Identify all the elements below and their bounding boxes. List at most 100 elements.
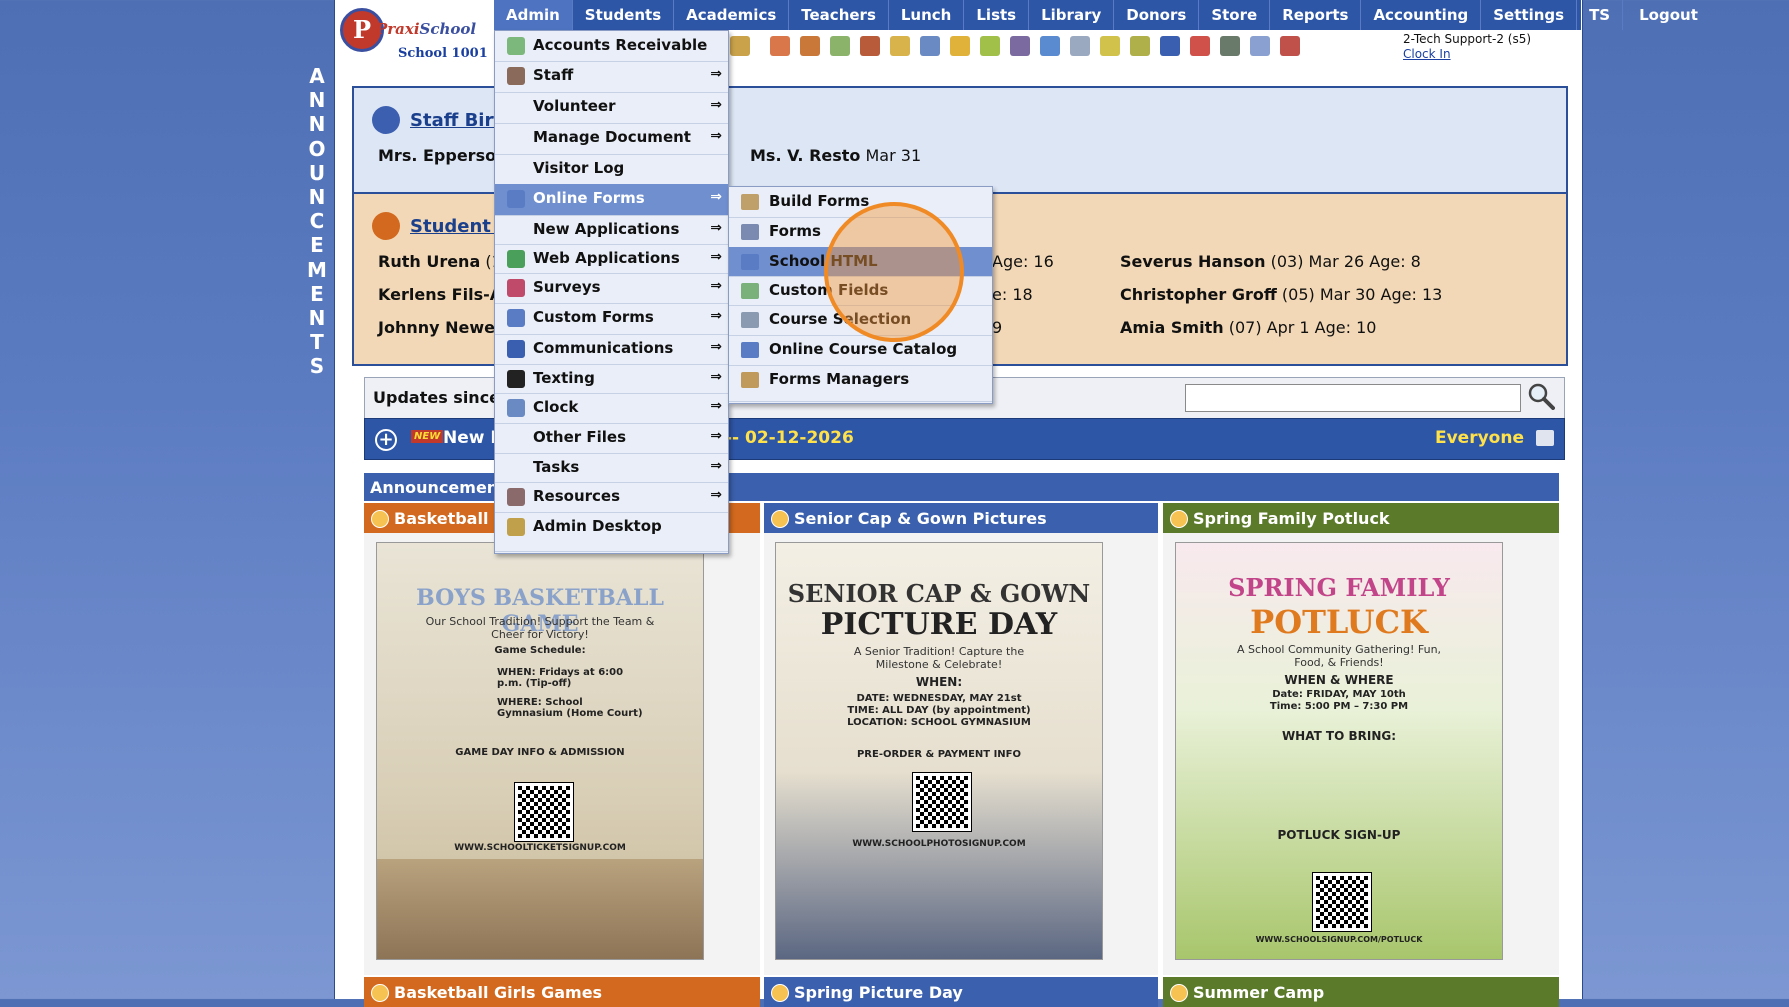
admin-menu-item-clock[interactable]: Clock ⇒ [495,393,728,424]
expand-icon[interactable]: + [375,429,397,451]
menu-item-label: Other Files [533,428,627,446]
announcement-card-header[interactable]: Spring Picture Day [764,977,1158,1007]
nav-ts[interactable]: TS [1577,0,1624,30]
announcements-letter: T [310,330,324,355]
logo-brand: PraxiSchool [376,20,477,38]
submenu-item-label: Build Forms [769,192,870,210]
menu-item-label: Volunteer [533,97,616,115]
admin-menu-item-admin-desktop[interactable]: Admin Desktop [495,512,728,552]
nav-lunch[interactable]: Lunch [889,0,965,30]
submenu-arrow-icon: ⇒ [710,339,722,355]
register-icon[interactable] [1130,36,1150,56]
admin-menu-item-texting[interactable]: Texting ⇒ [495,364,728,394]
submenu-arrow-icon: ⇒ [710,308,722,324]
submenu-arrow-icon: ⇒ [710,428,722,444]
flag-icon[interactable] [730,36,750,56]
submenu-item-label: Forms [769,222,821,240]
search-icon[interactable] [1527,382,1555,410]
clock-in-link[interactable]: Clock In [1403,47,1531,62]
admin-dropdown-menu: Accounts Receivable Staff ⇒ Volunteer ⇒ Manag… [494,30,729,554]
clock-icon [507,399,525,417]
admin-menu-item-tasks[interactable]: Tasks ⇒ [495,453,728,483]
edit-icon[interactable] [950,36,970,56]
nav-academics[interactable]: Academics [674,0,790,30]
nav-logout[interactable]: Logout [1623,0,1714,30]
admin-menu-item-other-files[interactable]: Other Files ⇒ [495,423,728,454]
ap-icon[interactable] [1160,36,1180,56]
nav-library[interactable]: Library [1029,0,1115,30]
announcements-letter: N [308,306,326,331]
senior-cap-gown-poster-image[interactable]: SENIOR CAP & GOWN PICTURE DAY A Senior T… [775,542,1103,960]
search-input[interactable] [1185,384,1521,412]
staff-birthday-entry: Mrs. Epperson [378,146,508,165]
nav-teachers[interactable]: Teachers [789,0,889,30]
announcement-card-header[interactable]: Summer Camp [1163,977,1559,1007]
admin-menu-item-visitor-log[interactable]: Visitor Log [495,154,728,185]
student-birthday-entry: Ruth Urena (1 [378,252,502,271]
student-birthday-entry: Severus Hanson (03) Mar 26 Age: 8 [1120,252,1421,271]
admin-menu-item-volunteer[interactable]: Volunteer ⇒ [495,92,728,124]
admin-menu-item-accounts-receivable[interactable]: Accounts Receivable [495,31,728,62]
user-icon[interactable] [800,36,820,56]
user-icon[interactable] [1010,36,1030,56]
stack-icon[interactable] [1220,36,1240,56]
submenu-arrow-icon: ⇒ [710,458,722,474]
barcode-icon[interactable] [1100,36,1120,56]
admin-menu-item-web-applications[interactable]: Web Applications ⇒ [495,244,728,274]
announcement-card-header[interactable]: Spring Family Potluck [1163,503,1559,533]
card-icon[interactable] [890,36,910,56]
student-birthday-age: e: 18 [992,285,1033,304]
nav-accounting[interactable]: Accounting [1361,0,1482,30]
menu-item-label: Surveys [533,278,601,296]
nav-students[interactable]: Students [573,0,675,30]
admin-menu-item-communications[interactable]: Communications ⇒ [495,334,728,365]
admin-menu-item-online-forms[interactable]: Online Forms ⇒ [495,184,728,216]
announcement-card-header[interactable]: Senior Cap & Gown Pictures [764,503,1158,533]
nav-admin[interactable]: Admin [494,0,573,30]
help-icon[interactable] [1250,36,1270,56]
admin-menu-item-manage-document[interactable]: Manage Document ⇒ [495,123,728,155]
money-icon[interactable] [830,36,850,56]
announcement-icon [771,510,789,528]
power-icon[interactable] [1280,36,1300,56]
admin-menu-item-resources[interactable]: Resources ⇒ [495,482,728,513]
print-icon[interactable] [1536,430,1554,446]
clock-icon[interactable] [1040,36,1060,56]
praxischool-logo[interactable]: P PraxiSchool School 1001 [340,6,490,64]
nav-store[interactable]: Store [1199,0,1271,30]
submenu-arrow-icon: ⇒ [710,220,722,236]
audience-label[interactable]: Everyone [1435,428,1524,448]
announcements-vertical-label[interactable]: ANNOUNCEMENTS [300,64,334,379]
upload-icon[interactable] [980,36,1000,56]
submenu-item-forms-managers[interactable]: Forms Managers [729,365,992,402]
document-icon[interactable] [920,36,940,56]
announcements-letter: C [309,209,325,234]
spring-potluck-poster-image[interactable]: SPRING FAMILY POTLUCK A School Community… [1175,542,1503,960]
menu-item-label: Visitor Log [533,159,625,177]
basketball-poster-image[interactable]: BOYS BASKETBALL GAME Our School Traditio… [376,542,704,960]
admin-menu-item-surveys[interactable]: Surveys ⇒ [495,273,728,304]
at-icon [507,340,525,358]
nav-lists[interactable]: Lists [964,0,1030,30]
nav-reports[interactable]: Reports [1270,0,1362,30]
admin-menu-item-new-applications[interactable]: New Applications ⇒ [495,215,728,245]
phone-icon [507,370,525,388]
student-birthday-entry: Christopher Groff (05) Mar 30 Age: 13 [1120,285,1443,304]
announcements-letter: N [308,112,326,137]
updates-date: -- 02-12-2026 [725,428,854,448]
staff-birthdays-title[interactable]: Staff Birt [410,110,502,131]
admin-menu-item-staff[interactable]: Staff ⇒ [495,61,728,93]
group-icon[interactable] [860,36,880,56]
nav-settings[interactable]: Settings [1481,0,1578,30]
menu-item-label: Online Forms [533,189,645,207]
pdf-icon[interactable] [1190,36,1210,56]
admin-menu-item-custom-forms[interactable]: Custom Forms ⇒ [495,303,728,335]
user-icon[interactable] [770,36,790,56]
list-icon[interactable] [1070,36,1090,56]
nav-donors[interactable]: Donors [1114,0,1200,30]
announcement-card-header[interactable]: Basketball Girls Games [364,977,760,1007]
submenu-item-online-course-catalog[interactable]: Online Course Catalog [729,335,992,366]
submenu-item-label: Forms Managers [769,370,910,388]
announcements-letter: E [310,233,324,258]
announcement-icon [771,984,789,1002]
